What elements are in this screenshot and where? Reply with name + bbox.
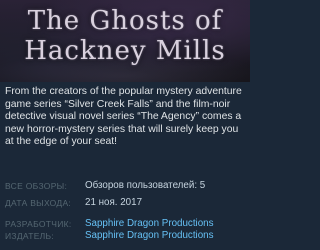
release-date-row: ДАТА ВЫХОДА: 21 ноя. 2017 (5, 197, 246, 209)
publisher-link[interactable]: Sapphire Dragon Productions (85, 230, 214, 242)
developer-row: РАЗРАБОТЧИК: Sapphire Dragon Productions (5, 218, 246, 230)
game-title-line-1: The Ghosts of (27, 6, 223, 36)
reviews-label: ВСЕ ОБЗОРЫ: (5, 181, 68, 191)
publisher-row: ИЗДАТЕЛЬ: Sapphire Dragon Productions (5, 230, 246, 242)
game-header-image[interactable]: The Ghosts of Hackney Mills (0, 0, 250, 82)
game-title-logo: The Ghosts of Hackney Mills (0, 6, 250, 66)
reviews-value[interactable]: Обзоров пользователей: 5 (85, 180, 205, 192)
developer-label: РАЗРАБОТЧИК: (5, 219, 72, 229)
game-description: From the creators of the popular mystery… (5, 86, 242, 147)
release-date-value: 21 ноя. 2017 (85, 197, 143, 208)
release-date-label: ДАТА ВЫХОДА: (5, 198, 72, 208)
game-title-line-2: Hackney Mills (24, 36, 226, 66)
developer-link[interactable]: Sapphire Dragon Productions (85, 218, 214, 230)
steam-game-summary: The Ghosts of Hackney Mills From the cre… (0, 0, 250, 250)
publisher-label: ИЗДАТЕЛЬ: (5, 231, 55, 241)
reviews-row: ВСЕ ОБЗОРЫ: Обзоров пользователей: 5 (5, 180, 246, 192)
